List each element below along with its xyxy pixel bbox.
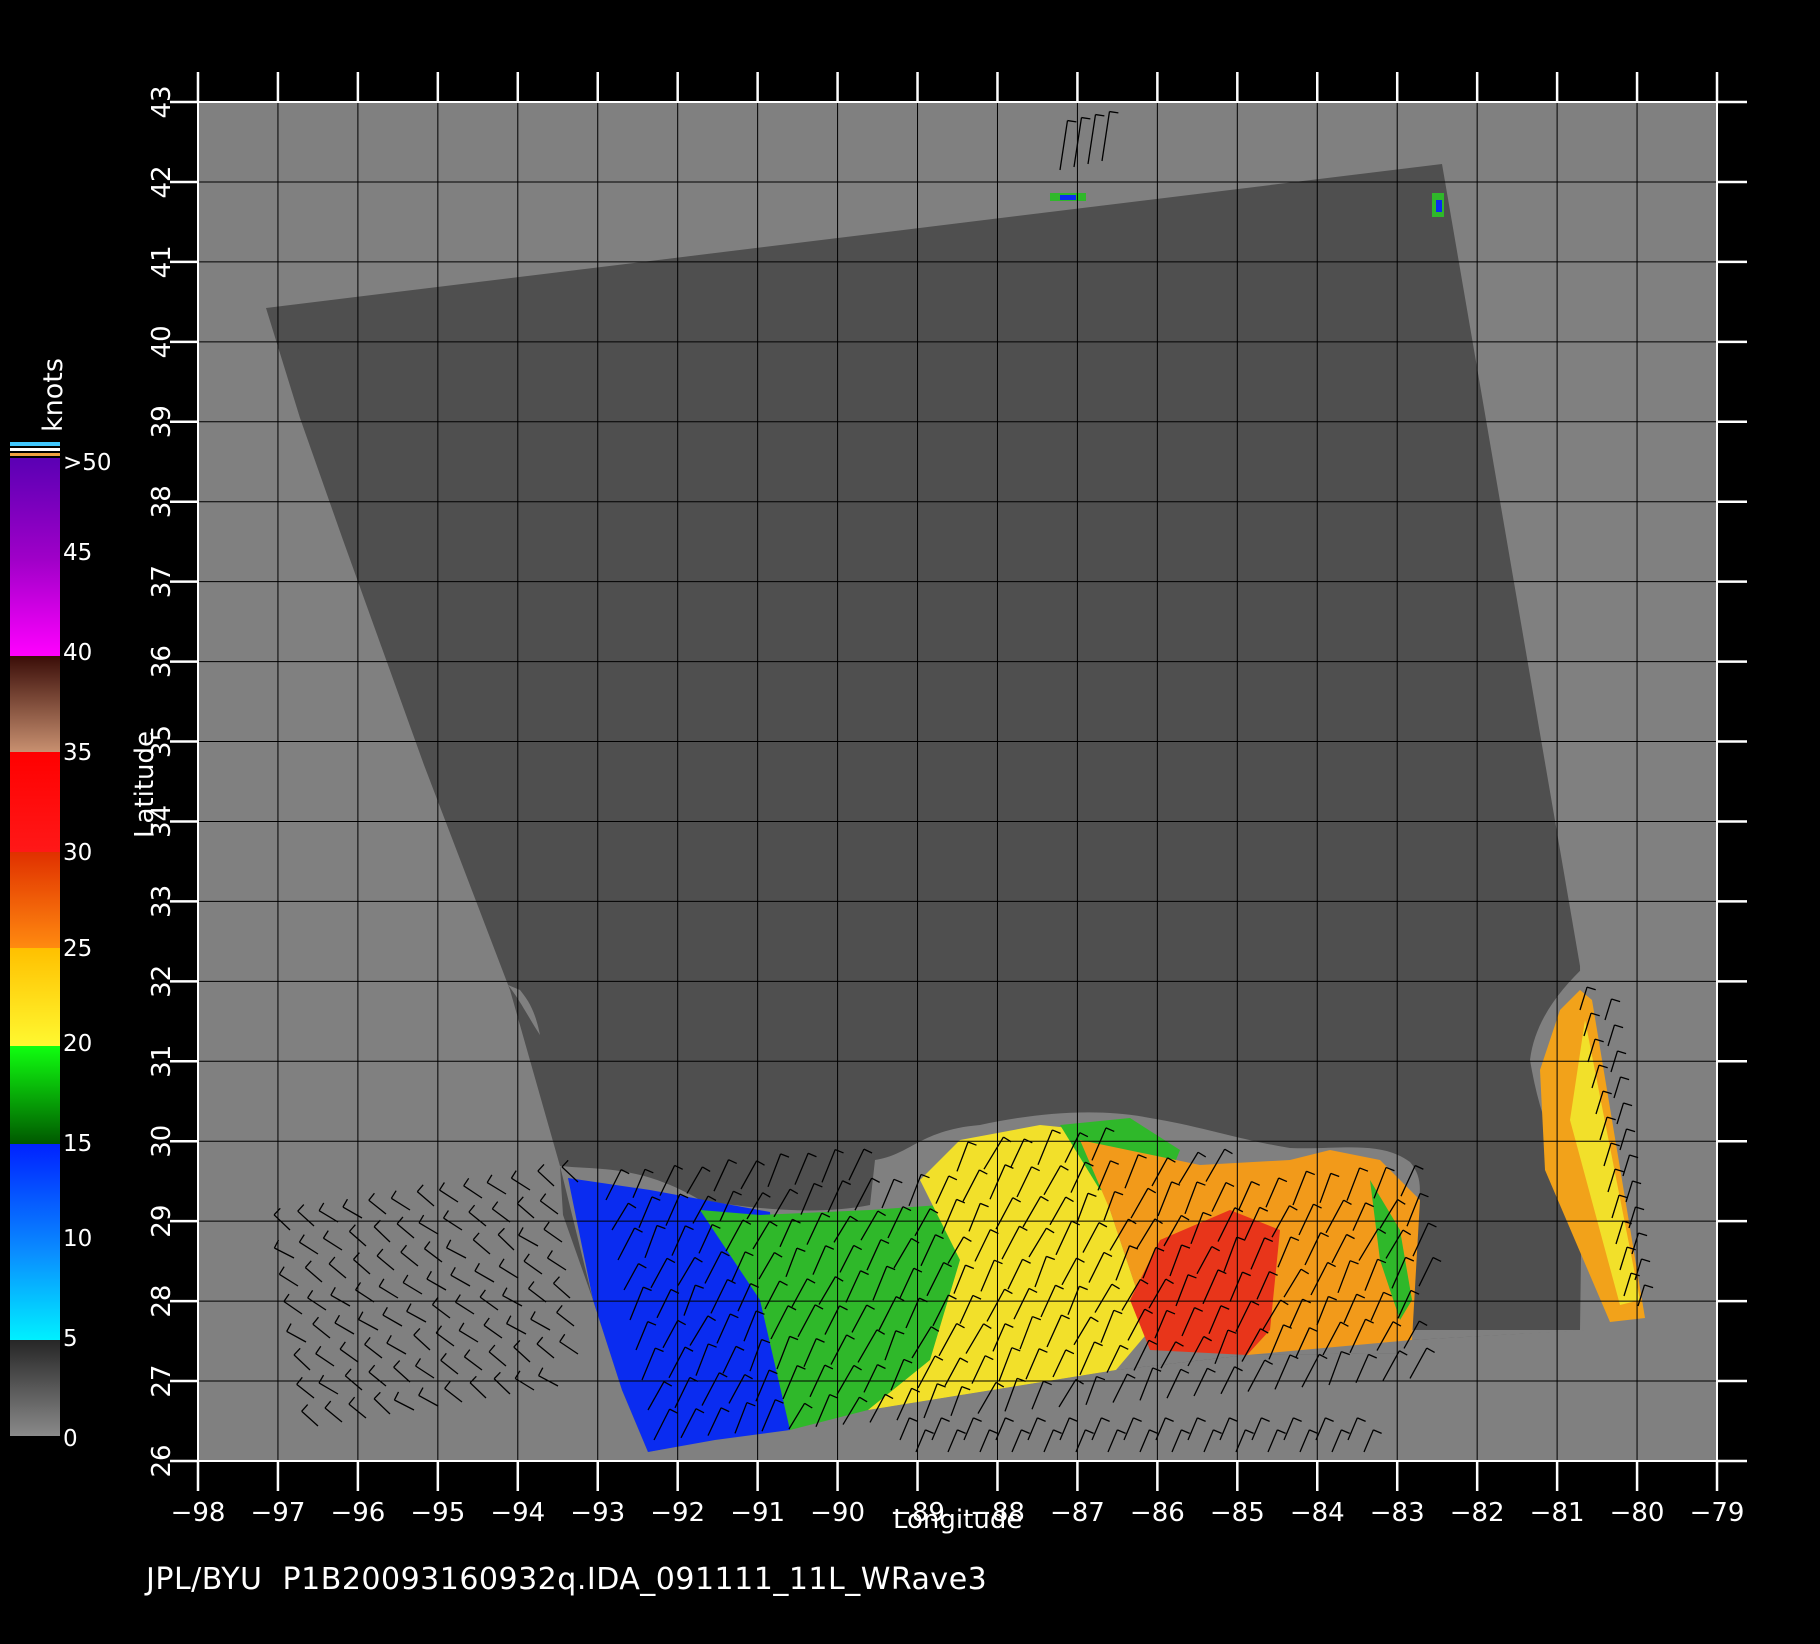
y-tick-label: 32 [147,965,177,998]
x-tick-label: −85 [1210,1498,1265,1528]
y-tick-label: 26 [147,1444,177,1477]
y-tick-label: 43 [147,85,177,118]
colorbar-band-orange [10,852,60,948]
x-tick-label: −92 [650,1498,705,1528]
x-tick-label: −94 [490,1498,545,1528]
x-tick-label: −82 [1450,1498,1505,1528]
y-tick-label: 30 [147,1125,177,1158]
colorbar-band-yellow [10,948,60,1046]
colorbar-cap-1 [10,442,60,446]
colorbar-label-0: 0 [63,1426,78,1452]
x-axis-title: Longitude [893,1505,1023,1535]
y-tick-label: 40 [147,325,177,358]
colorbar-label-40: 40 [63,640,93,666]
colorbar-band-green [10,1046,60,1144]
x-tick-label: −83 [1370,1498,1425,1528]
colorbar-label-20: 20 [63,1031,93,1057]
x-tick-label: −86 [1130,1498,1185,1528]
y-tick-label: 31 [147,1045,177,1078]
wind-map-svg: −98 −97 −96 −95 −94 −93 −92 −91 −90 −89 −88 −87 −86−… [10,72,1747,1528]
colorbar-label-35: 35 [63,740,93,766]
y-tick-label: 39 [147,405,177,438]
colorbar-band-purple [10,458,60,560]
y-tick-label: 42 [147,165,177,198]
x-tick-label: −97 [251,1498,306,1528]
colorbar-unit: knots [38,358,69,432]
colorbar-label-30: 30 [63,840,93,866]
colorbar-band-magenta [10,560,60,656]
colorbar-band-brown [10,656,60,752]
x-tick-label: −95 [410,1498,465,1528]
colorbar-label-15: 15 [63,1131,93,1157]
y-tick-label: 28 [147,1285,177,1318]
x-tick-label: −80 [1610,1498,1665,1528]
x-tick-label: −91 [730,1498,785,1528]
y-axis-title: Latitude [130,730,160,838]
wind-map-figure: −98 −97 −96 −95 −94 −93 −92 −91 −90 −89 −88 −87 −86−… [0,0,1820,1640]
x-tick-label: −90 [810,1498,865,1528]
colorbar-band-calm [10,1340,60,1436]
y-tick-label: 37 [147,565,177,598]
x-tick-label: −93 [570,1498,625,1528]
y-tick-label: 33 [147,885,177,918]
colorbar-cap-3 [10,453,60,456]
x-tick-label: −79 [1690,1498,1745,1528]
x-tick-label: −81 [1530,1498,1585,1528]
colorbar-label-25: 25 [63,936,93,962]
y-tick-label: 41 [147,245,177,278]
y-tick-label: 29 [147,1205,177,1238]
colorbar-cap-2 [10,448,60,451]
colorbar-label-45: 45 [63,540,93,566]
colorbar-label-50plus: >50 [63,450,112,476]
y-tick-label: 38 [147,485,177,518]
x-tick-label: −84 [1290,1498,1345,1528]
x-tick-label: −98 [171,1498,226,1528]
colorbar [10,442,60,1436]
colorbar-band-blue [10,1144,60,1340]
colorbar-band-red [10,752,60,852]
colorbar-label-10: 10 [63,1226,93,1252]
y-tick-label: 36 [147,645,177,678]
colorbar-label-5: 5 [63,1326,78,1352]
x-tick-label: −96 [330,1498,385,1528]
x-tick-label: −87 [1050,1498,1105,1528]
y-tick-label: 27 [147,1365,177,1398]
product-footer: JPL/BYU P1B20093160932q.IDA_091111_11L_W… [146,1562,988,1597]
